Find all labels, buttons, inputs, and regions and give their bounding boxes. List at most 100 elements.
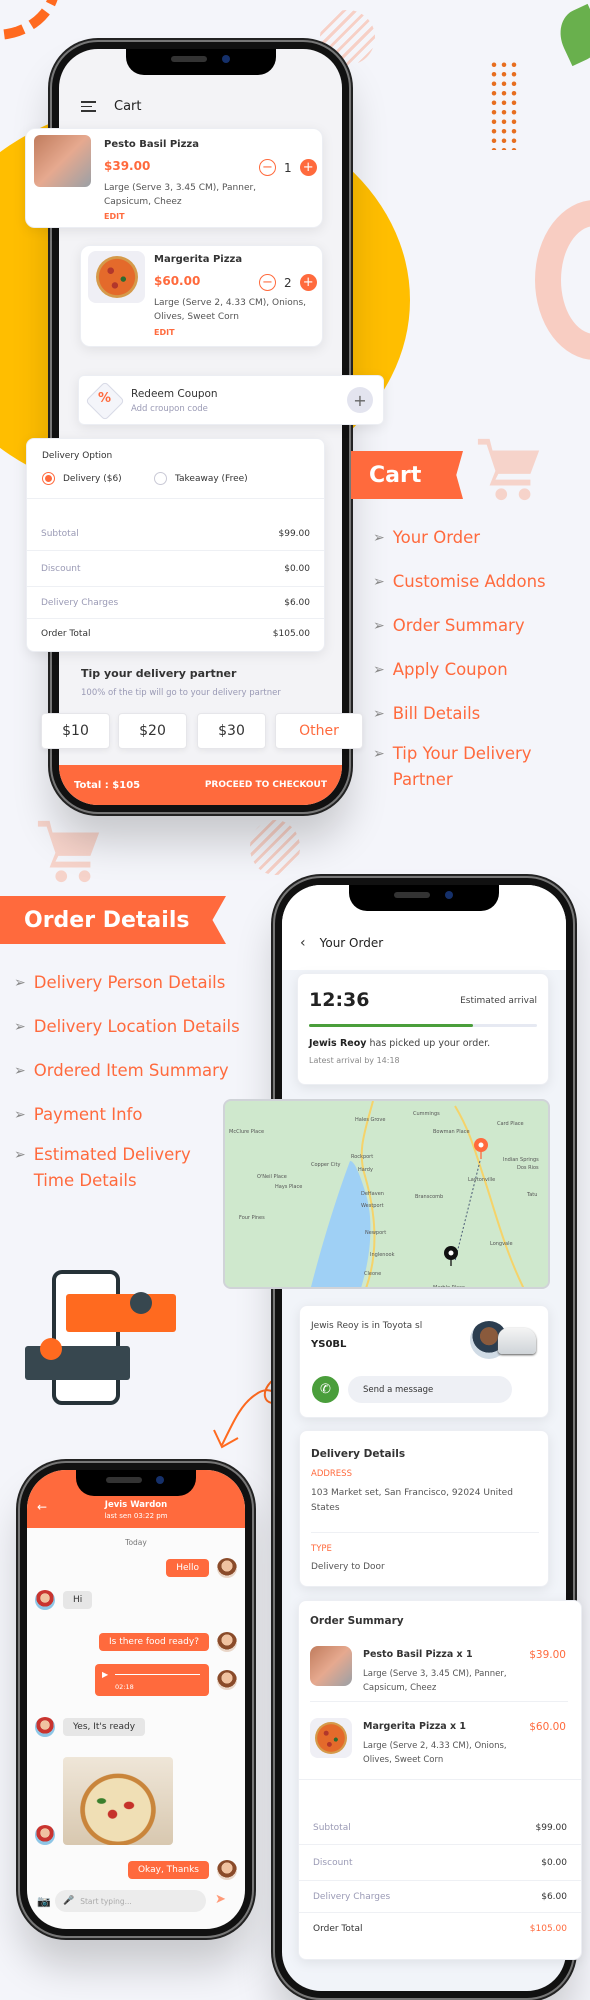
svg-text:Hardy: Hardy bbox=[358, 1167, 373, 1173]
item-price: $39.00 bbox=[104, 159, 151, 173]
microphone-icon: 🎤 bbox=[63, 1896, 75, 1906]
svg-text:Rockport: Rockport bbox=[351, 1154, 373, 1160]
address-value: 103 Market set, San Francisco, 92024 Uni… bbox=[311, 1488, 513, 1513]
driver-card: Jewis Reoy is in Toyota sl YS0BL ✆ Send … bbox=[299, 1305, 549, 1418]
svg-text:Westport: Westport bbox=[361, 1203, 384, 1209]
svg-text:DeHaven: DeHaven bbox=[361, 1191, 384, 1197]
cart-watermark-icon bbox=[477, 438, 540, 501]
svg-text:Cleone: Cleone bbox=[364, 1271, 381, 1277]
delivery-map[interactable]: Hales Grove Cummings McClure Place Bowman … bbox=[223, 1099, 550, 1289]
quantity-stepper: − 2 + bbox=[259, 274, 317, 291]
decorative-dashed-ring bbox=[0, 0, 60, 40]
type-value: Delivery to Door bbox=[311, 1562, 385, 1572]
delivery-option-title: Delivery Option bbox=[42, 451, 113, 461]
decorative-pink-ring bbox=[535, 200, 590, 360]
eta-progress-fill bbox=[309, 1024, 474, 1027]
send-message-input[interactable]: Send a message bbox=[348, 1376, 512, 1403]
increment-button[interactable]: + bbox=[299, 274, 317, 291]
edit-link[interactable]: EDIT bbox=[154, 328, 175, 337]
arrow-icon: ➢ bbox=[373, 618, 385, 634]
phone-notch bbox=[125, 49, 276, 75]
camera-icon[interactable]: 📷 bbox=[37, 1895, 51, 1908]
feature-item: ➢ Delivery Person Details bbox=[14, 970, 274, 996]
tip-20-button[interactable]: $20 bbox=[118, 713, 187, 749]
feature-item: ➢ Ordered Item Summary bbox=[14, 1058, 274, 1084]
pizza-photo bbox=[63, 1757, 173, 1845]
pesto-pizza-image bbox=[310, 1646, 352, 1686]
eta-card: 12:36 Estimated arrival Jewis Reoy has p… bbox=[297, 973, 549, 1085]
bill-row: Subtotal $99.00 bbox=[27, 517, 324, 551]
message-in: Hi bbox=[35, 1590, 93, 1610]
driver-vehicle: Jewis Reoy is in Toyota sl bbox=[311, 1321, 423, 1331]
svg-text:Marble Place: Marble Place bbox=[433, 1285, 465, 1289]
feature-item: ➢ Order Summary bbox=[373, 613, 588, 639]
message-out: Hello bbox=[166, 1558, 237, 1578]
decorative-dots bbox=[489, 60, 519, 150]
cart-item: Pesto Basil Pizza $39.00 − 1 + Large (Se… bbox=[25, 128, 323, 228]
tip-10-button[interactable]: $10 bbox=[41, 713, 110, 749]
plus-icon[interactable]: + bbox=[347, 387, 373, 413]
send-icon[interactable]: ➤ bbox=[215, 1892, 226, 1907]
tip-subtitle: 100% of the tip will go to your delivery… bbox=[81, 688, 281, 698]
svg-text:Longvale: Longvale bbox=[490, 1241, 513, 1247]
item-name: Pesto Basil Pizza bbox=[104, 139, 199, 150]
type-label: TYPE bbox=[311, 1544, 332, 1554]
svg-text:Hales Grove: Hales Grove bbox=[355, 1117, 385, 1123]
image-message[interactable] bbox=[35, 1757, 173, 1845]
radio-takeaway[interactable]: Takeaway (Free) bbox=[154, 472, 248, 485]
svg-text:Tatu: Tatu bbox=[526, 1192, 537, 1198]
item-description: Large (Serve 3, 3.45 CM), Panner, Capsic… bbox=[104, 183, 257, 207]
coupon-input[interactable]: Add croupon code bbox=[131, 404, 208, 414]
radio-label: Delivery ($6) bbox=[63, 473, 122, 484]
arrow-icon: ➢ bbox=[14, 1063, 26, 1079]
date-divider: Today bbox=[125, 1538, 147, 1547]
bill-row-total: Order Total $105.00 bbox=[313, 1924, 567, 1934]
tip-title: Tip your delivery partner bbox=[81, 667, 237, 680]
message-out: Okay, Thanks bbox=[127, 1860, 237, 1880]
feature-item: ➢ Bill Details bbox=[373, 701, 588, 727]
delivery-bill-card: Delivery Option Delivery ($6) Takeaway (… bbox=[26, 438, 325, 652]
phone-notch bbox=[349, 885, 499, 911]
bill-row: Subtotal $99.00 bbox=[299, 1811, 581, 1845]
message-out: Is there food ready? bbox=[99, 1632, 237, 1652]
coupon-card[interactable]: % Redeem Coupon Add croupon code + bbox=[78, 375, 384, 425]
contact-avatar bbox=[35, 1825, 55, 1845]
tip-30-button[interactable]: $30 bbox=[197, 713, 266, 749]
eta-progress-track bbox=[309, 1024, 537, 1027]
svg-text:Four Pines: Four Pines bbox=[239, 1215, 265, 1221]
increment-button[interactable]: + bbox=[299, 159, 317, 176]
quantity-stepper: − 1 + bbox=[259, 159, 317, 176]
feature-item: ➢ Apply Coupon bbox=[373, 657, 588, 683]
edit-link[interactable]: EDIT bbox=[104, 212, 125, 221]
my-avatar bbox=[217, 1558, 237, 1578]
radio-delivery[interactable]: Delivery ($6) bbox=[42, 472, 122, 485]
svg-text:O'Neil Place: O'Neil Place bbox=[257, 1174, 287, 1180]
tip-other-button[interactable]: Other bbox=[275, 713, 363, 749]
eta-label: Estimated arrival bbox=[460, 996, 537, 1006]
hamburger-icon[interactable] bbox=[81, 101, 96, 112]
chat-phone: ← Jevis Wardon last sen 03:22 pm Today H… bbox=[20, 1463, 252, 1936]
page-title: Your Order bbox=[319, 936, 384, 950]
summary-item-desc: Large (Serve 2, 4.33 CM), Onions, Olives… bbox=[363, 1741, 507, 1765]
phone-icon[interactable]: ✆ bbox=[312, 1376, 339, 1403]
cart-banner: Cart bbox=[351, 451, 463, 499]
decrement-button[interactable]: − bbox=[259, 159, 276, 176]
arrow-icon: ➢ bbox=[14, 1019, 26, 1035]
chevron-left-icon[interactable]: ‹ bbox=[300, 935, 306, 951]
summary-item-price: $39.00 bbox=[529, 1649, 566, 1661]
address-label: ADDRESS bbox=[311, 1469, 352, 1479]
last-seen: last sen 03:22 pm bbox=[104, 1512, 168, 1520]
order-details-banner: Order Details bbox=[0, 896, 226, 944]
decrement-button[interactable]: − bbox=[259, 274, 276, 291]
svg-text:Dos Rios: Dos Rios bbox=[517, 1165, 539, 1171]
svg-text:Indian Springs: Indian Springs bbox=[503, 1157, 539, 1163]
decorative-leaf bbox=[551, 3, 590, 67]
quantity-value: 2 bbox=[284, 275, 292, 290]
bill-row: Discount $0.00 bbox=[27, 551, 324, 587]
summary-item-name: Margerita Pizza x 1 bbox=[363, 1721, 467, 1732]
feature-item: ➢ Estimated Delivery Time Details bbox=[14, 1142, 214, 1194]
arrow-icon: ➢ bbox=[14, 1147, 26, 1163]
checkout-button[interactable]: PROCEED TO CHECKOUT bbox=[205, 780, 327, 790]
message-input[interactable]: 🎤 Start typing... bbox=[55, 1890, 206, 1912]
audio-message[interactable]: ▶ 02:18 bbox=[95, 1664, 237, 1696]
